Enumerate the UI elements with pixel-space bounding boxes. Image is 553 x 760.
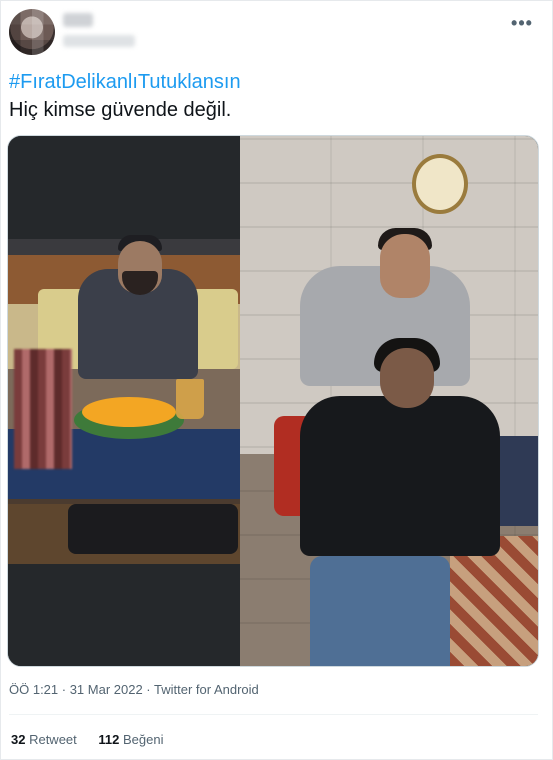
photo-legs [68, 504, 238, 554]
retweet-stat[interactable]: 32 Retweet [11, 732, 77, 747]
tweet-media[interactable] [7, 135, 539, 667]
like-stat[interactable]: 112 Beğeni [98, 732, 163, 747]
like-label: Beğeni [123, 732, 164, 747]
display-name-redacted [63, 13, 93, 27]
photo-wall-clock [412, 154, 468, 214]
avatar[interactable] [9, 9, 55, 55]
divider-top [9, 714, 538, 715]
more-options-icon[interactable]: ••• [510, 11, 534, 35]
photo-standing-head [380, 234, 430, 298]
photo-fruit [82, 397, 176, 427]
avatar-blur [9, 9, 55, 55]
tweet-stats: 32 Retweet 112 Beğeni [11, 732, 181, 747]
photo-jeans [310, 556, 450, 666]
author-info[interactable] [63, 13, 183, 53]
handle-redacted [63, 35, 135, 47]
photo-scene [8, 235, 240, 564]
like-count: 112 [98, 732, 123, 747]
photo-kneeling-head [380, 348, 434, 408]
media-photo-left[interactable] [8, 136, 240, 666]
tweet-card: ••• #FıratDelikanlıTutuklansın Hiç kimse… [0, 0, 553, 760]
photo-kneeling-person [300, 396, 500, 556]
photo-glass [176, 379, 204, 419]
retweet-count: 32 [11, 732, 30, 747]
hashtag-link[interactable]: #FıratDelikanlıTutuklansın [9, 71, 241, 94]
retweet-label: Retweet [29, 732, 77, 747]
tweet-text: Hiç kimse güvende değil. [9, 99, 232, 121]
photo-blurred-bottle [14, 349, 72, 469]
tweet-timestamp-source[interactable]: ÖÖ 1:21 · 31 Mar 2022 · Twitter for Andr… [9, 682, 259, 697]
media-photo-right[interactable] [240, 136, 538, 666]
